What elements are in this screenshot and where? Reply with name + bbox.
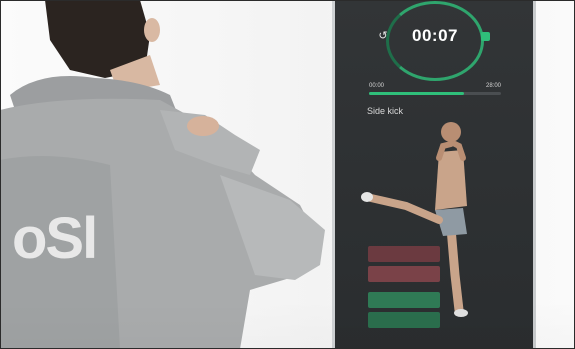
photo-frame: ↺ 00:07 00:00 28:00 Side kick oSl — [0, 0, 575, 349]
photo-border — [0, 0, 575, 349]
